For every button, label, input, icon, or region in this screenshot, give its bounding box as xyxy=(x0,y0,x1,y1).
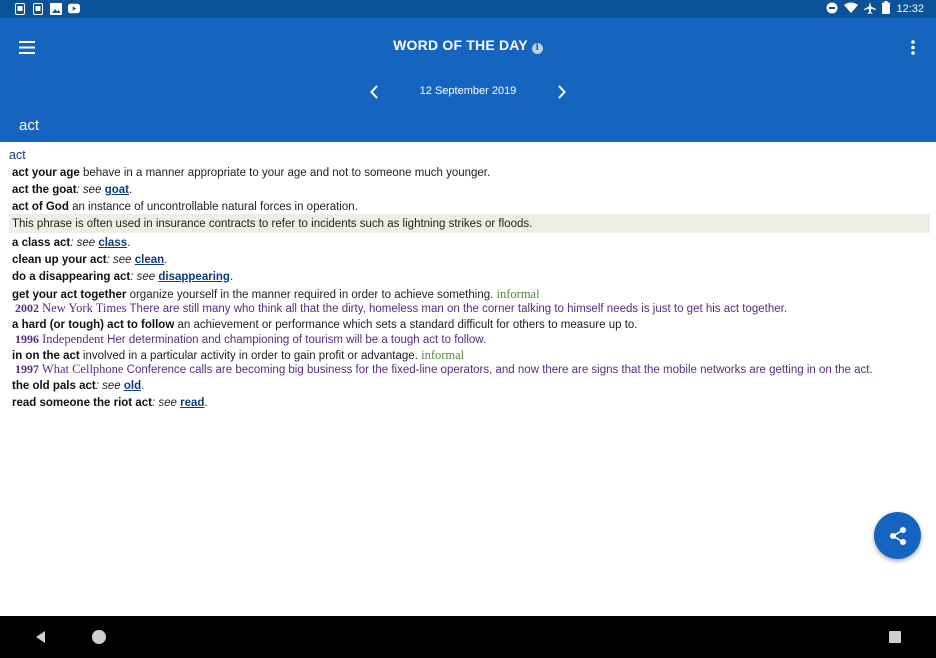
home-icon[interactable] xyxy=(92,630,106,644)
clock: 12:32 xyxy=(896,3,924,15)
phrase-entry: act of God an instance of uncontrollable… xyxy=(12,200,358,214)
register-label: informal xyxy=(421,348,465,362)
status-bar: 12:32 xyxy=(0,0,936,18)
wifi-icon xyxy=(844,2,859,16)
sim-icon xyxy=(14,2,26,15)
see-label: : see xyxy=(76,184,105,196)
see-label: : see xyxy=(151,397,181,409)
chevron-right-icon xyxy=(558,85,566,99)
example-quote: 1997 What Cellphone Conference calls are… xyxy=(15,362,873,377)
phrase: act the goat xyxy=(12,184,77,196)
back-icon[interactable] xyxy=(33,629,49,645)
image-icon xyxy=(50,2,62,15)
phrase-entry: clean up your act: see clean. xyxy=(12,254,168,266)
cross-reference-link[interactable]: goat xyxy=(105,184,129,196)
phrase: get your act together xyxy=(12,289,127,301)
quote-text: Conference calls are becoming big busine… xyxy=(123,364,873,376)
headword: act xyxy=(9,148,26,162)
quote-text: There are still many who think all that … xyxy=(126,303,788,315)
phrase-entry: read someone the riot act: see read. xyxy=(12,397,208,409)
phrase-entry: a class act: see class. xyxy=(12,237,131,249)
sim-icon xyxy=(32,2,44,15)
battery-icon xyxy=(882,1,891,17)
quote-year: 1997 xyxy=(15,362,39,376)
overflow-menu-button[interactable] xyxy=(906,36,920,58)
quote-year: 2002 xyxy=(15,301,39,315)
airplane-icon xyxy=(864,1,877,17)
share-button[interactable] xyxy=(874,512,921,559)
phrase-entry: the old pals act: see old. xyxy=(12,380,145,392)
quote-source: Independent xyxy=(39,332,104,346)
definition: behave in a manner appropriate to your a… xyxy=(79,167,491,179)
phrase: in on the act xyxy=(12,350,80,362)
cross-reference-link[interactable]: class xyxy=(98,237,127,249)
example-quote: 1996 Independent Her determination and c… xyxy=(15,332,486,347)
usage-note: This phrase is often used in insurance c… xyxy=(9,214,930,233)
phrase-entry: act the goat: see goat. xyxy=(12,184,133,196)
quote-text: Her determination and championing of tou… xyxy=(103,334,487,346)
info-icon[interactable]: i xyxy=(531,43,543,54)
definition: an achievement or performance which sets… xyxy=(174,319,638,331)
phrase-entry: act your age behave in a manner appropri… xyxy=(12,166,490,180)
quote-source: What Cellphone xyxy=(39,362,124,376)
register-label: informal xyxy=(496,287,540,301)
definition: an instance of uncontrollable natural fo… xyxy=(68,201,358,213)
quote-source: New York Times xyxy=(39,301,127,315)
word-of-the-day: act xyxy=(19,117,40,134)
phrase: do a disappearing act xyxy=(12,271,131,283)
phrase-entry: get your act together organize yourself … xyxy=(12,287,540,302)
share-icon xyxy=(889,526,906,545)
do-not-disturb-icon xyxy=(826,2,838,17)
see-label: : see xyxy=(106,254,135,266)
phrase: read someone the riot act xyxy=(12,397,152,409)
page-title-row: WORD OF THE DAY i xyxy=(0,37,936,54)
phrase: act of God xyxy=(12,201,69,213)
definition: organize yourself in the manner required… xyxy=(126,289,497,301)
youtube-icon xyxy=(68,2,80,15)
date-navigator: 12 September 2019 xyxy=(0,80,936,104)
phrase-entry: do a disappearing act: see disappearing. xyxy=(12,271,234,283)
phrase: the old pals act xyxy=(12,380,96,392)
app-bar: WORD OF THE DAY i 12 September 2019 act xyxy=(0,18,936,142)
current-date: 12 September 2019 xyxy=(419,85,517,97)
see-label: : see xyxy=(130,271,159,283)
see-label: : see xyxy=(70,237,99,249)
cross-reference-link[interactable]: clean xyxy=(135,254,164,266)
example-quote: 2002 New York Times There are still many… xyxy=(15,301,787,316)
entry-content: act act your age behave in a manner appr… xyxy=(0,142,936,616)
phrase-entry: in on the act involved in a particular a… xyxy=(12,348,464,363)
quote-year: 1996 xyxy=(15,332,39,346)
more-vert-icon xyxy=(911,39,915,55)
phrase: act your age xyxy=(12,167,80,179)
cross-reference-link[interactable]: old xyxy=(124,380,141,392)
recents-icon[interactable] xyxy=(889,631,901,643)
phrase: clean up your act xyxy=(12,254,107,266)
system-indicators: 12:32 xyxy=(826,1,924,17)
cross-reference-link[interactable]: disappearing xyxy=(158,271,230,283)
page-title: WORD OF THE DAY xyxy=(393,37,528,53)
next-day-button[interactable] xyxy=(552,83,570,101)
notification-icons xyxy=(14,2,80,15)
cross-reference-link[interactable]: read xyxy=(180,397,204,409)
definition: involved in a particular activity in ord… xyxy=(79,350,422,362)
system-navigation-bar xyxy=(0,616,936,658)
phrase-entry: a hard (or tough) act to follow an achie… xyxy=(12,318,638,332)
phrase: a class act xyxy=(12,237,71,249)
phrase: a hard (or tough) act to follow xyxy=(12,319,175,331)
see-label: : see xyxy=(95,380,124,392)
